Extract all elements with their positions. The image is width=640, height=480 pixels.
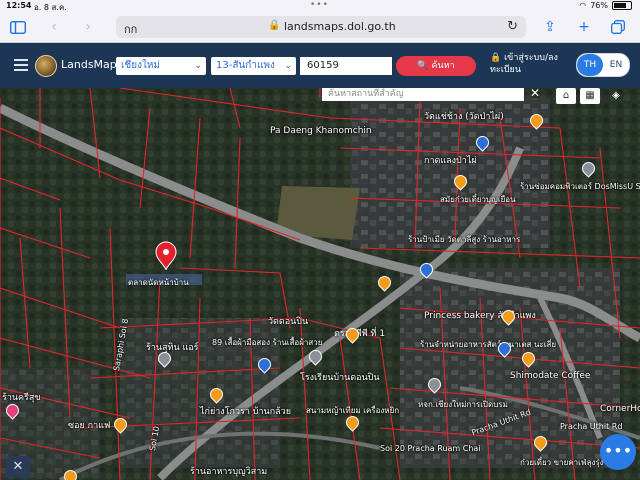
grid-icon[interactable]: ▦: [580, 88, 600, 104]
tabs-icon[interactable]: [608, 17, 628, 37]
lang-th[interactable]: TH: [577, 54, 603, 76]
multitask-dots[interactable]: •••: [310, 0, 329, 10]
login-link[interactable]: 🔒 เข้าสู่ระบบ/ลงทะเบียน: [490, 52, 564, 76]
map-label: ร้านป้าเมีย วัดตาลีสูง ร้านอาหาร: [408, 235, 521, 244]
status-time: 12:54: [6, 1, 32, 10]
lang-en[interactable]: EN: [603, 54, 629, 76]
measure-tool-icon[interactable]: ✕: [6, 456, 30, 478]
battery-percent: 76%: [590, 1, 608, 10]
site-header: LandsMaps เชียงใหม่ ⌄ 13-สันกำแพง ⌄ 6015…: [0, 43, 640, 88]
url-text[interactable]: landsmaps.dol.go.th: [284, 20, 396, 33]
map-label: Shimodate Coffee: [510, 371, 591, 381]
forward-icon[interactable]: ›: [78, 17, 98, 37]
menu-icon[interactable]: [14, 59, 28, 71]
map-label: ร้านอาหารบุญวิสาม: [190, 467, 268, 477]
district-select[interactable]: 13-สันกำแพง ⌄: [211, 57, 296, 75]
battery-icon: [612, 1, 632, 10]
map-label: ไก่ย่างโกวรา บ้านกล้วย: [200, 407, 291, 417]
wifi-icon: ◠: [579, 1, 587, 10]
back-icon[interactable]: ‹: [44, 17, 64, 37]
map-label: ร้านครีสุข: [2, 393, 41, 403]
map-label: 89 เสื้อผ้ามือสอง ร้านเสื้อผ้าสวย: [212, 338, 323, 347]
map-label: สมัยก๋วยเตี๋ยวบุญเยือน: [440, 195, 516, 204]
map-label: ร้านสุทิน แอร์: [146, 343, 199, 353]
map-view[interactable]: ค้นหาสถานที่สำคัญ ✕ ⌂ ▦ ◈ Pa Daeng Khano…: [0, 88, 640, 480]
new-tab-icon[interactable]: +: [574, 17, 594, 37]
login-label: เข้าสู่ระบบ/ลงทะเบียน: [490, 53, 558, 75]
map-label: ซอย กาแฟ: [68, 421, 111, 431]
dol-logo: [35, 55, 57, 77]
place-search-input[interactable]: ค้นหาสถานที่สำคัญ: [322, 88, 524, 101]
search-button[interactable]: 🔍 ค้นหา: [396, 56, 476, 76]
address-bar[interactable]: กก 🔒 landsmaps.dol.go.th ↻: [116, 16, 526, 38]
more-options-button[interactable]: •••: [600, 434, 636, 470]
language-toggle[interactable]: TH EN: [576, 53, 630, 77]
map-label: ตรอ. พีพี ที่ 1: [334, 329, 386, 339]
layers-icon[interactable]: ◈: [606, 88, 626, 104]
reload-icon[interactable]: ↻: [507, 19, 518, 34]
map-label: กาดแลงป่าไผ่: [424, 156, 477, 166]
status-right: ◠ 76%: [579, 1, 632, 10]
map-label: ร้านจำหน่ายอาหารสัตว์ อนาเตส นะเสี่ย: [420, 340, 557, 349]
map-label: ร้านซ่อมคอมพิวเตอร์ DosMissU System: [520, 182, 640, 191]
map-label: วัดดอนปิน: [268, 317, 309, 327]
chevron-down-icon: ⌄: [284, 61, 292, 71]
reader-button[interactable]: กก: [124, 20, 137, 38]
map-label: หจก.เชียงใหม่การเปิดบรม: [418, 400, 508, 409]
sidebar-icon[interactable]: [8, 17, 28, 37]
map-label: Pa Daeng Khanomchin: [270, 126, 372, 136]
map-label: โรงเรียนบ้านดอนปิน: [300, 373, 380, 383]
province-value: เชียงใหม่: [121, 60, 161, 71]
lock-icon: 🔒: [490, 53, 502, 63]
map-label: Pracha Uthit Rd: [560, 422, 623, 431]
map-label: ตลาดนัดหน้าบ้าน: [128, 278, 189, 287]
map-label: วัดแช่ช้าง (วัดป่าไผ่): [424, 112, 504, 122]
close-icon[interactable]: ✕: [530, 88, 540, 100]
parcel-number-input[interactable]: 60159: [300, 57, 392, 75]
brand-name: LandsMaps: [61, 58, 123, 71]
district-value: 13-สันกำแพง: [216, 60, 275, 71]
map-label: Princess bakery สันกำแพง: [424, 311, 536, 321]
status-bar: 12:54 อ. 8 ส.ค. ••• ◠ 76%: [0, 0, 640, 12]
province-select[interactable]: เชียงใหม่ ⌄: [116, 57, 206, 75]
map-label: Soi 20 Pracha Ruam Chai: [380, 444, 481, 453]
home-icon[interactable]: ⌂: [556, 88, 576, 104]
browser-toolbar: ‹ › กก 🔒 landsmaps.dol.go.th ↻ ⇪ +: [0, 12, 640, 43]
search-icon: 🔍: [417, 61, 429, 71]
chevron-down-icon: ⌄: [194, 61, 202, 71]
lock-icon: 🔒: [268, 20, 281, 31]
share-icon[interactable]: ⇪: [540, 17, 560, 37]
search-button-label: ค้นหา: [431, 61, 455, 71]
map-label: ก๋วยเตี๋ยว ขายคาเฟ่ลุงรุ่ง: [520, 458, 604, 467]
map-label: CornerHouse: [600, 404, 640, 414]
